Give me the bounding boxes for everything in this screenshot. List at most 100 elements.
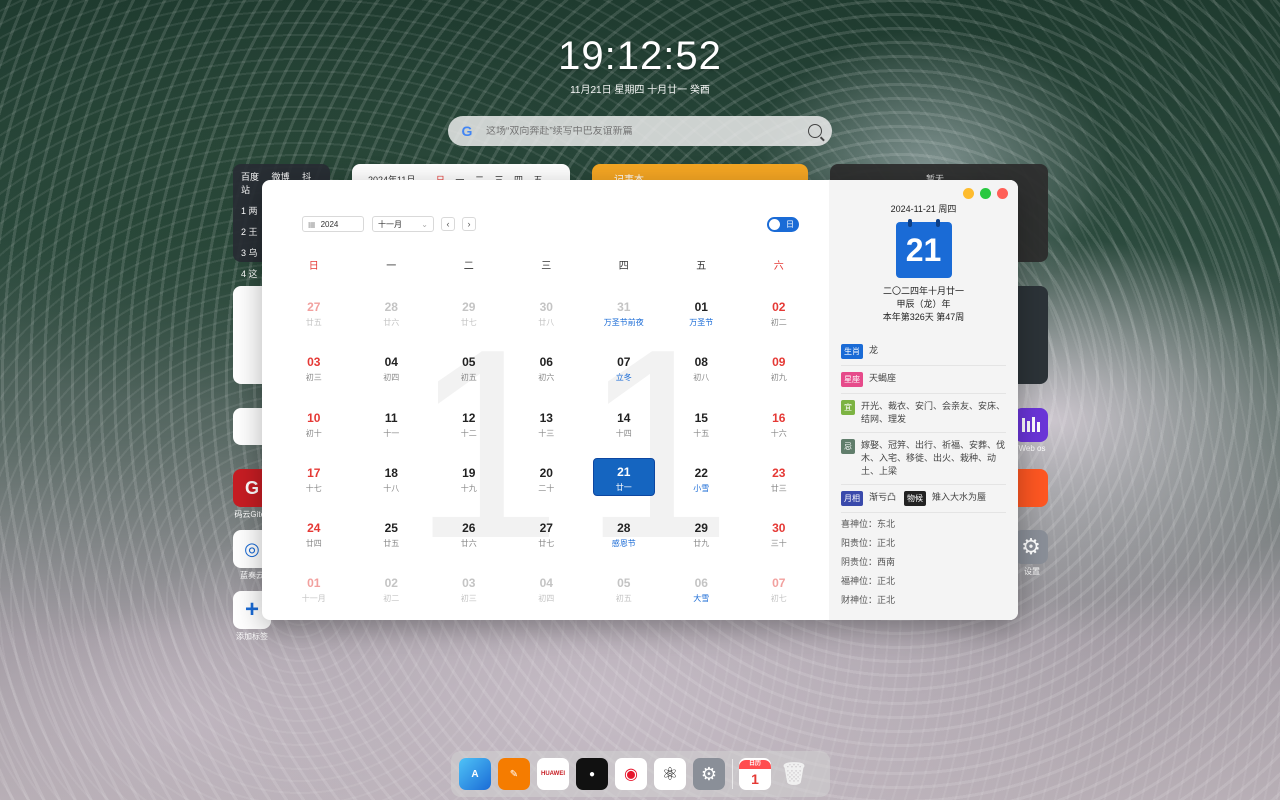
calendar-day[interactable]: 29 廿七 [430,291,508,346]
calendar-day[interactable]: 29 廿九 [663,512,741,567]
calendar-day[interactable]: 30 廿八 [508,291,586,346]
paint-brush-icon[interactable]: ✎ [498,758,530,790]
weekday-label: 一 [386,261,397,272]
calendar-day[interactable]: 27 廿五 [275,291,353,346]
calendar-day[interactable]: 25 廿五 [353,512,431,567]
deity-fu: 福神位：正北 [841,576,896,586]
calendar-day[interactable]: 05 初五 [430,346,508,401]
calendar-day[interactable]: 08 初八 [663,346,741,401]
settings-gear-icon[interactable]: ⚙ [693,758,725,790]
lunar-date: 二〇二四年十月廿一 [882,286,964,296]
search-bar[interactable]: G [448,116,832,146]
ji-tag: 忌 [841,439,855,454]
dock-separator [732,759,733,789]
day-number: 10 [307,410,321,425]
calendar-day[interactable]: 31 万圣节前夜 [585,291,663,346]
calendar-day[interactable]: 01 十一月 [275,567,353,620]
trash-icon[interactable]: 🗑 [778,758,810,790]
maximize-button[interactable] [980,188,991,199]
calendar-day[interactable]: 19 十九 [430,457,508,512]
app-label: Web os [1018,444,1046,453]
app-webos[interactable]: Web os [1014,408,1050,453]
calendar-app-icon[interactable]: 日历 1 [739,758,771,790]
huawei-icon[interactable]: HUAWEI [537,758,569,790]
search-icon[interactable] [808,124,822,138]
calendar-day[interactable]: 28 廿六 [353,291,431,346]
calendar-day-today[interactable]: 21 廿一 [585,457,663,512]
calendar-day[interactable]: 24 廿四 [275,512,353,567]
calendar-day[interactable]: 28 感恩节 [585,512,663,567]
lunar-label: 十三 [538,428,555,438]
year-select[interactable]: ▦ 2024 [302,216,364,232]
lunar-label: 初三 [305,373,322,383]
calendar-day[interactable]: 20 二十 [508,457,586,512]
calendar-day[interactable]: 09 初九 [740,346,818,401]
lunar-label: 二十 [538,483,555,493]
calendar-day[interactable]: 18 十八 [353,457,431,512]
month-select[interactable]: 十一月 ⌄ [372,216,434,232]
lunar-label: 感恩节 [611,539,636,549]
yi-tag: 宜 [841,400,855,415]
webos-icon[interactable] [1014,408,1048,442]
calendar-day[interactable]: 03 初三 [275,346,353,401]
google-icon[interactable]: G [458,122,476,140]
calendar-day[interactable]: 14 十四 [585,402,663,457]
calendar-day[interactable]: 06 大雪 [663,567,741,620]
calendar-window: 11 ▦ 2024 十一月 ⌄ ‹ › 日 日一二三四五六 27 廿五 28 廿六 29… [262,180,1018,620]
day-number: 05 [462,355,476,370]
calendar-day[interactable]: 02 初二 [353,567,431,620]
calendar-day[interactable]: 16 十六 [740,402,818,457]
calendar-day[interactable]: 27 廿七 [508,512,586,567]
calendar-day[interactable]: 10 初十 [275,402,353,457]
close-button[interactable] [997,188,1008,199]
search-input[interactable] [486,125,808,137]
calendar-day[interactable]: 04 初四 [508,567,586,620]
day-view-toggle[interactable]: 日 [767,216,799,232]
clock-date: 11月21日 星期四 十月廿一 癸酉 [570,85,710,96]
minimize-button[interactable] [963,188,974,199]
day-number: 14 [617,410,631,425]
calendar-day[interactable]: 15 十五 [663,402,741,457]
calendar-day[interactable]: 05 初五 [585,567,663,620]
lunar-label: 廿八 [538,318,555,327]
calendar-day[interactable]: 17 十七 [275,457,353,512]
calendar-day[interactable]: 11 十一 [353,402,431,457]
calendar-day[interactable]: 04 初四 [353,346,431,401]
github-icon[interactable]: ● [576,758,608,790]
calendar-day[interactable]: 07 初七 [740,567,818,620]
weekday-label: 五 [696,261,707,272]
calendar-day[interactable]: 13 十三 [508,402,586,457]
gear-icon[interactable]: ⚙ [1014,530,1048,564]
calendar-day[interactable]: 01 万圣节 [663,291,741,346]
next-month-button[interactable]: › [462,217,476,231]
calendar-day[interactable]: 23 廿三 [740,457,818,512]
day-number: 20 [539,465,553,480]
ganzhi-year: 甲辰（龙）年 [896,299,951,309]
weibo-icon[interactable]: ◉ [615,758,647,790]
calendar-day[interactable]: 12 十二 [430,402,508,457]
lunar-label: 十七 [305,483,322,493]
day-number: 28 [617,521,631,536]
lunar-label: 万圣节前夜 [603,318,644,327]
electron-icon[interactable]: ⚛ [654,758,686,790]
calendar-day[interactable]: 30 三十 [740,512,818,567]
calendar-day[interactable]: 02 初二 [740,291,818,346]
app-store-icon[interactable]: A [459,758,491,790]
calendar-day[interactable]: 03 初三 [430,567,508,620]
calendar-day[interactable]: 26 廿六 [430,512,508,567]
hot-tab-baidu[interactable]: 百度 [241,172,259,182]
calendar-day[interactable]: 22 小雪 [663,457,741,512]
calendar-day[interactable]: 06 初六 [508,346,586,401]
lunar-label: 廿九 [693,539,710,549]
app-settings[interactable]: ⚙ 设置 [1014,530,1050,577]
calendar-day[interactable]: 07 立冬 [585,346,663,401]
chevron-right-icon: › [467,219,471,229]
prev-month-button[interactable]: ‹ [441,217,455,231]
today-highlight[interactable]: 21 廿一 [592,457,655,496]
window-controls [963,188,1008,199]
lunar-label: 初十 [305,428,322,438]
wuhou-value: 雉入大水为蜃 [932,492,987,502]
lunar-label: 十九 [460,483,477,493]
lunar-label: 初三 [460,594,477,604]
ji-value: 嫁娶、冠笄、出行、祈福、安葬、伐木、入宅、移徙、出火、栽种、动土、上梁 [861,440,1006,476]
